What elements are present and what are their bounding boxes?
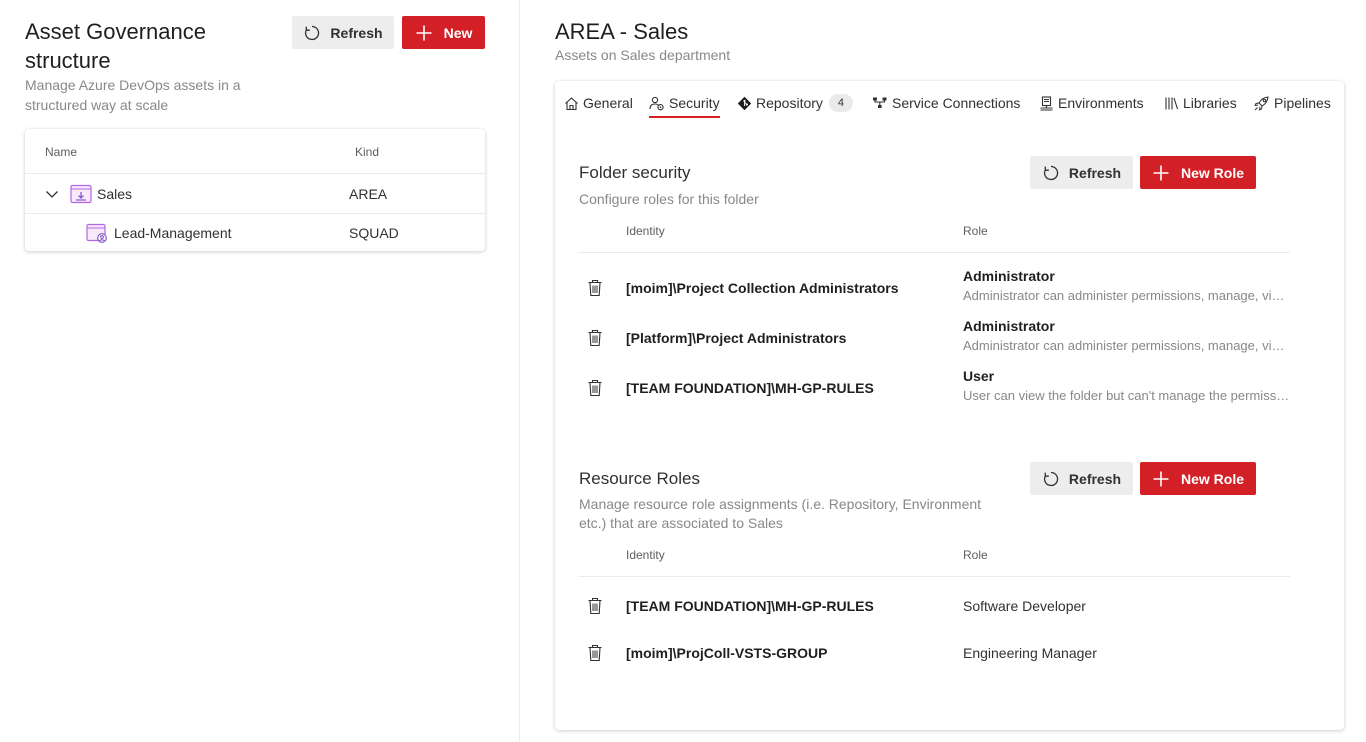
role-description: Administrator can administer permissions… (963, 338, 1290, 353)
tab-label: Repository (756, 95, 823, 111)
git-icon (737, 96, 752, 111)
new-button[interactable]: New (402, 16, 485, 49)
plus-icon (1152, 470, 1170, 488)
tab-general[interactable]: General (564, 90, 633, 116)
area-folder-icon (70, 184, 92, 207)
repository-count-badge: 4 (828, 94, 853, 112)
tab-label: Libraries (1183, 95, 1237, 111)
tab-repository[interactable]: Repository 4 (737, 90, 853, 116)
folder-security-row: [Platform]\Project Administrators Admini… (579, 316, 1290, 362)
new-role-label: New Role (1180, 164, 1244, 181)
tab-libraries[interactable]: Libraries (1164, 90, 1237, 116)
identity-name: [moim]\Project Collection Administrators (626, 280, 899, 296)
plus-icon (1152, 164, 1170, 182)
home-icon (564, 96, 579, 111)
tree-row-lead-management[interactable]: Lead-Management SQUAD (25, 214, 485, 253)
detail-subtitle: Assets on Sales department (555, 47, 731, 63)
delete-icon[interactable] (587, 279, 603, 302)
library-icon (1164, 96, 1179, 111)
refresh-icon (1042, 470, 1060, 488)
refresh-button[interactable]: Refresh (292, 16, 394, 49)
people-icon (649, 96, 665, 111)
tree-node-label: Lead-Management (114, 225, 232, 241)
column-header-identity: Identity (626, 224, 665, 238)
folder-security-grid-header: Identity Role (579, 213, 1290, 253)
column-header-identity: Identity (626, 548, 665, 562)
structure-tree: Name Kind Sales AREA Lead-Management SQU… (25, 129, 485, 251)
identity-name: [Platform]\Project Administrators (626, 330, 847, 346)
tab-label: Pipelines (1274, 95, 1331, 111)
role-name: Administrator (963, 318, 1055, 334)
tab-label: Environments (1058, 95, 1144, 111)
tree-node-kind: AREA (349, 186, 388, 202)
new-label: New (443, 24, 473, 41)
resource-refresh-button[interactable]: Refresh (1030, 462, 1133, 495)
tab-service-connections[interactable]: Service Connections (872, 90, 1020, 116)
detail-title: AREA - Sales (555, 19, 689, 44)
server-icon (1039, 95, 1054, 111)
chevron-down-icon[interactable] (45, 187, 59, 204)
identity-name: [moim]\ProjColl-VSTS-GROUP (626, 645, 828, 661)
refresh-label: Refresh (330, 24, 383, 41)
column-header-role: Role (963, 548, 988, 562)
tab-label: Security (669, 95, 720, 111)
column-header-name: Name (45, 145, 78, 159)
page-subtitle: Manage Azure DevOps assets in a structur… (25, 77, 241, 113)
tree-node-label: Sales (97, 186, 133, 202)
role-name: Engineering Manager (963, 645, 1097, 661)
folder-security-row: [moim]\Project Collection Administrators… (579, 266, 1290, 312)
refresh-icon (303, 24, 321, 42)
role-description: User can view the folder but can't manag… (963, 388, 1290, 403)
role-name: User (963, 368, 995, 384)
tree-header: Name Kind (25, 129, 485, 174)
new-role-label: New Role (1180, 470, 1244, 487)
tab-label: Service Connections (892, 95, 1021, 111)
delete-icon[interactable] (587, 597, 603, 620)
role-name: Software Developer (963, 598, 1086, 614)
plus-icon (415, 24, 433, 42)
resource-role-row: [moim]\ProjColl-VSTS-GROUP Engineering M… (579, 631, 1290, 677)
role-description: Administrator can administer permissions… (963, 288, 1290, 303)
refresh-icon (1042, 164, 1060, 182)
delete-icon[interactable] (587, 379, 603, 402)
refresh-label: Refresh (1068, 164, 1122, 181)
squad-folder-icon (86, 223, 108, 246)
tree-row-sales[interactable]: Sales AREA (25, 175, 485, 214)
role-name: Administrator (963, 268, 1055, 284)
tab-pipelines[interactable]: Pipelines (1254, 90, 1331, 116)
tab-bar: General Security Repository 4 Service Co… (555, 81, 1344, 121)
delete-icon[interactable] (587, 329, 603, 352)
resource-roles-description: Manage resource role assignments (i.e. R… (579, 496, 982, 531)
tab-label: General (583, 95, 633, 111)
resource-roles-grid-header: Identity Role (579, 537, 1290, 577)
folder-security-row: [TEAM FOUNDATION]\MH-GP-RULES User User … (579, 366, 1290, 412)
delete-icon[interactable] (587, 644, 603, 667)
refresh-label: Refresh (1068, 470, 1122, 487)
structure-pane: Asset Governance structure Manage Azure … (0, 0, 520, 742)
tab-environments[interactable]: Environments (1039, 90, 1144, 116)
identity-name: [TEAM FOUNDATION]\MH-GP-RULES (626, 598, 874, 614)
resource-roles-title: Resource Roles (579, 469, 700, 488)
page-title: Asset Governance structure (25, 19, 206, 73)
folder-security-title: Folder security (579, 163, 691, 182)
folder-security-description: Configure roles for this folder (579, 191, 759, 207)
resource-new-role-button[interactable]: New Role (1140, 462, 1256, 495)
folder-refresh-button[interactable]: Refresh (1030, 156, 1133, 189)
tree-node-kind: SQUAD (349, 225, 399, 241)
tab-security[interactable]: Security (649, 90, 720, 118)
identity-name: [TEAM FOUNDATION]\MH-GP-RULES (626, 380, 874, 396)
folder-new-role-button[interactable]: New Role (1140, 156, 1256, 189)
column-header-role: Role (963, 224, 988, 238)
column-header-kind: Kind (355, 145, 380, 159)
plug-icon (872, 96, 888, 111)
rocket-icon (1254, 95, 1270, 111)
resource-role-row: [TEAM FOUNDATION]\MH-GP-RULES Software D… (579, 584, 1290, 630)
detail-card: General Security Repository 4 Service Co… (555, 81, 1344, 730)
